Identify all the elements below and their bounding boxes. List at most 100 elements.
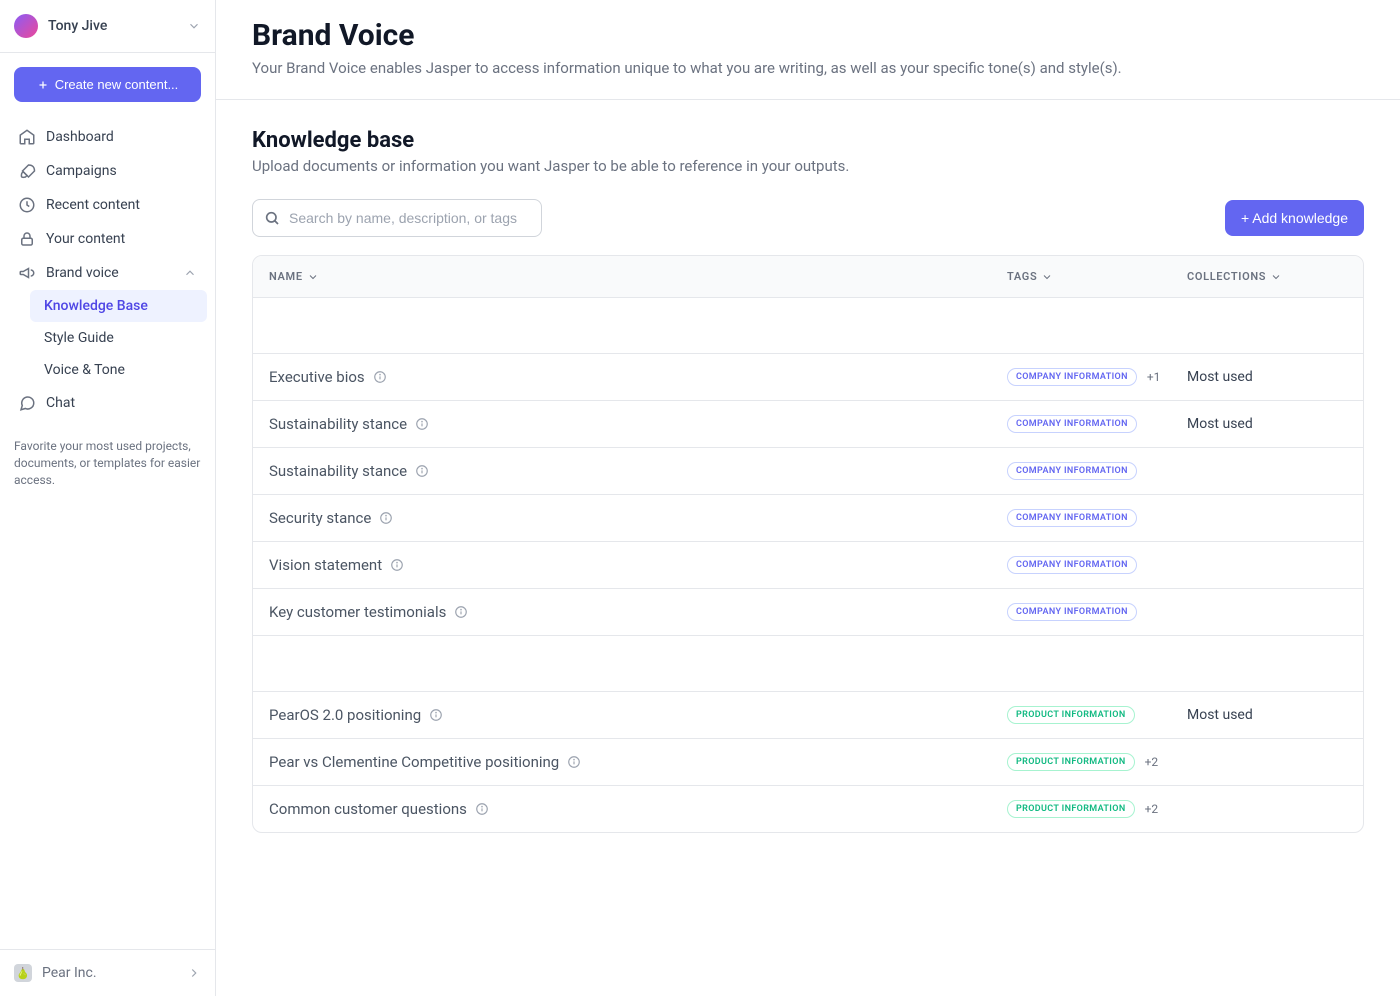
- row-name: Security stance: [269, 509, 371, 527]
- table-row[interactable]: Common customer questions PRODUCT INFORMA…: [253, 785, 1363, 832]
- nav-brand-voice[interactable]: Brand voice: [8, 256, 207, 290]
- tag-pill[interactable]: PRODUCT INFORMATION: [1007, 800, 1135, 818]
- user-name: Tony Jive: [48, 18, 187, 34]
- info-icon[interactable]: [415, 417, 429, 431]
- row-tags-cell: PRODUCT INFORMATION +2: [1007, 753, 1187, 771]
- search-wrap: [252, 199, 542, 237]
- nav-dashboard[interactable]: Dashboard: [8, 120, 207, 154]
- sidebar: Tony Jive Create new content... Dashboar…: [0, 0, 216, 996]
- search-icon: [264, 210, 280, 226]
- nav-brand-voice-label: Brand voice: [46, 265, 119, 281]
- row-tags-cell: COMPANY INFORMATION: [1007, 556, 1187, 574]
- add-knowledge-button[interactable]: + Add knowledge: [1225, 200, 1364, 236]
- info-icon[interactable]: [415, 464, 429, 478]
- table-row[interactable]: Executive bios COMPANY INFORMATION +1 Most …: [253, 353, 1363, 400]
- row-name: Common customer questions: [269, 800, 467, 818]
- row-tags-cell: PRODUCT INFORMATION +2: [1007, 800, 1187, 818]
- subnav-voice-tone-label: Voice & Tone: [44, 362, 125, 378]
- table-row[interactable]: Key customer testimonialsCOMPANY INFORMA…: [253, 588, 1363, 635]
- chat-icon: [18, 394, 36, 412]
- nav-chat[interactable]: Chat: [8, 386, 207, 420]
- org-logo: 🍐: [14, 964, 32, 982]
- tag-pill[interactable]: PRODUCT INFORMATION: [1007, 706, 1135, 724]
- page-header: Brand Voice Your Brand Voice enables Jas…: [216, 0, 1400, 100]
- tag-pill[interactable]: COMPANY INFORMATION: [1007, 462, 1137, 480]
- table-spacer-row: [253, 297, 1363, 353]
- info-icon[interactable]: [475, 802, 489, 816]
- tag-pill[interactable]: COMPANY INFORMATION: [1007, 368, 1137, 386]
- rocket-icon: [18, 162, 36, 180]
- org-switcher[interactable]: 🍐 Pear Inc.: [0, 949, 215, 996]
- table-row[interactable]: Sustainability stance COMPANY INFORMATION…: [253, 400, 1363, 447]
- tag-pill[interactable]: COMPANY INFORMATION: [1007, 509, 1137, 527]
- column-collections-label: COLLECTIONS: [1187, 270, 1266, 283]
- page-subtitle: Your Brand Voice enables Jasper to acces…: [252, 59, 1364, 77]
- nav-recent[interactable]: Recent content: [8, 188, 207, 222]
- nav-campaigns[interactable]: Campaigns: [8, 154, 207, 188]
- user-menu[interactable]: Tony Jive: [0, 0, 215, 53]
- row-name-cell: Security stance: [269, 509, 1007, 527]
- section-desc: Upload documents or information you want…: [252, 157, 1364, 175]
- tag-pill[interactable]: COMPANY INFORMATION: [1007, 603, 1137, 621]
- row-tags-cell: COMPANY INFORMATION: [1007, 415, 1187, 433]
- table-row[interactable]: Sustainability stance COMPANY INFORMATION: [253, 447, 1363, 494]
- primary-nav: Dashboard Campaigns Recent content Your …: [0, 116, 215, 424]
- table-row[interactable]: PearOS 2.0 positioning PRODUCT INFORMATIO…: [253, 691, 1363, 738]
- collection-name: Most used: [1187, 369, 1253, 385]
- org-name: Pear Inc.: [42, 965, 177, 981]
- info-icon[interactable]: [429, 708, 443, 722]
- table-header: NAME TAGS COLLECTIONS: [253, 256, 1363, 297]
- column-tags-header[interactable]: TAGS: [1007, 270, 1187, 283]
- tag-extra-count[interactable]: +2: [1145, 755, 1159, 769]
- row-name: PearOS 2.0 positioning: [269, 706, 421, 724]
- chevron-up-icon: [183, 266, 197, 280]
- row-tags-cell: COMPANY INFORMATION: [1007, 509, 1187, 527]
- subnav-style-guide[interactable]: Style Guide: [30, 322, 207, 354]
- page-title: Brand Voice: [252, 18, 1364, 53]
- row-name: Pear vs Clementine Competitive positioni…: [269, 753, 559, 771]
- chevron-down-icon: [187, 19, 201, 33]
- row-tags-cell: COMPANY INFORMATION: [1007, 603, 1187, 621]
- info-icon[interactable]: [567, 755, 581, 769]
- row-name-cell: Executive bios: [269, 368, 1007, 386]
- info-icon[interactable]: [373, 370, 387, 384]
- chevron-down-icon: [1041, 271, 1053, 283]
- table-row[interactable]: Pear vs Clementine Competitive positioni…: [253, 738, 1363, 785]
- tag-pill[interactable]: COMPANY INFORMATION: [1007, 415, 1137, 433]
- knowledge-table: NAME TAGS COLLECTIONS Executive bios COMP…: [252, 255, 1364, 833]
- tag-extra-count[interactable]: +2: [1145, 802, 1159, 816]
- create-content-button[interactable]: Create new content...: [14, 67, 201, 102]
- row-name-cell: Pear vs Clementine Competitive positioni…: [269, 753, 1007, 771]
- tag-extra-count[interactable]: +1: [1147, 370, 1161, 384]
- tag-pill[interactable]: PRODUCT INFORMATION: [1007, 753, 1135, 771]
- column-tags-label: TAGS: [1007, 270, 1037, 283]
- row-name: Executive bios: [269, 368, 365, 386]
- row-name: Vision statement: [269, 556, 382, 574]
- brand-voice-subnav: Knowledge Base Style Guide Voice & Tone: [8, 290, 207, 386]
- nav-your-content[interactable]: Your content: [8, 222, 207, 256]
- table-spacer-row: [253, 635, 1363, 691]
- subnav-voice-tone[interactable]: Voice & Tone: [30, 354, 207, 386]
- info-icon[interactable]: [390, 558, 404, 572]
- info-icon[interactable]: [379, 511, 393, 525]
- table-body-group-2: PearOS 2.0 positioning PRODUCT INFORMATIO…: [253, 635, 1363, 832]
- tag-pill[interactable]: COMPANY INFORMATION: [1007, 556, 1137, 574]
- row-name-cell: Sustainability stance: [269, 462, 1007, 480]
- table-row[interactable]: Vision statement COMPANY INFORMATION: [253, 541, 1363, 588]
- column-collections-header[interactable]: COLLECTIONS: [1187, 270, 1347, 283]
- row-name: Sustainability stance: [269, 415, 407, 433]
- table-row[interactable]: Security stance COMPANY INFORMATION: [253, 494, 1363, 541]
- table-body-group-1: Executive bios COMPANY INFORMATION +1 Most …: [253, 297, 1363, 635]
- info-icon[interactable]: [454, 605, 468, 619]
- row-name: Sustainability stance: [269, 462, 407, 480]
- subnav-style-guide-label: Style Guide: [44, 330, 114, 346]
- row-name-cell: PearOS 2.0 positioning: [269, 706, 1007, 724]
- row-name-cell: Vision statement: [269, 556, 1007, 574]
- plus-icon: [37, 79, 49, 91]
- subnav-knowledge-base[interactable]: Knowledge Base: [30, 290, 207, 322]
- collection-name: Most used: [1187, 707, 1253, 723]
- column-name-header[interactable]: NAME: [269, 270, 1007, 283]
- row-name-cell: Common customer questions: [269, 800, 1007, 818]
- chevron-down-icon: [307, 271, 319, 283]
- search-input[interactable]: [252, 199, 542, 237]
